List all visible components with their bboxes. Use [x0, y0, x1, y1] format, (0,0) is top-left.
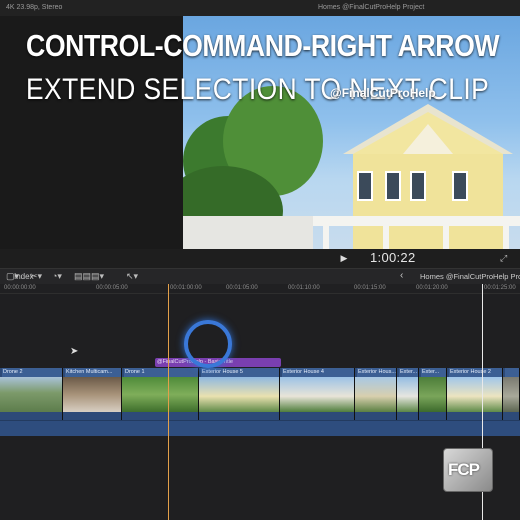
clip-thumbnail [280, 377, 354, 412]
viewer-project-label: Homes @FinalCutProHelp Project [318, 4, 425, 11]
select-tool-icon[interactable]: ↖▾ [126, 271, 138, 282]
ruler-tick-label: 00:01:00:00 [170, 285, 202, 291]
ruler-tick-label: 00:01:05:00 [226, 285, 258, 291]
clip-label: Exterior Hous... [357, 368, 396, 377]
house-image [313, 104, 520, 249]
ruler-tick-label: 00:01:20:00 [416, 285, 448, 291]
fullscreen-icon[interactable]: ⤢ [500, 253, 507, 264]
neighbor-house-shape [183, 216, 313, 249]
clip-thumbnail [0, 377, 62, 412]
clip-label: Exterior House 4 [282, 368, 354, 377]
video-clip[interactable]: Exterior House 4 [280, 368, 355, 420]
clip-label: Kitchen Multicam... [65, 368, 121, 377]
clip-thumbnail [397, 377, 418, 412]
viewer: 4K 23.98p, Stereo Homes @FinalCutProHelp… [0, 0, 520, 268]
viewer-info-bar: 4K 23.98p, Stereo Homes @FinalCutProHelp… [0, 0, 520, 16]
clip-appearance-icon[interactable]: ▤▤▤▾ [74, 271, 104, 282]
overlay-watermark: @FinalCutProHelp [330, 86, 436, 100]
timeline-ruler[interactable]: 00:00:00:00 00:00:05:00 00:01:00:00 00:0… [0, 284, 520, 294]
clip-label: Exterior House 5 [201, 368, 279, 377]
video-clip[interactable]: Drone 1 [122, 368, 199, 420]
video-clip[interactable]: Exter... [419, 368, 447, 420]
primary-storyline: Drone 2 Kitchen Multicam... Drone 1 Exte… [0, 368, 520, 420]
video-format-label: 4K 23.98p, Stereo [6, 4, 63, 11]
clip-label: Exter... [421, 368, 446, 377]
clip-label: Drone 2 [2, 368, 62, 377]
clip-thumbnail [199, 377, 279, 412]
overlay-title: CONTROL-COMMAND-RIGHT ARROW [26, 28, 500, 63]
clip-label: Exter... [399, 368, 418, 377]
clip-thumbnail [355, 377, 396, 412]
video-clip[interactable]: Exter... [397, 368, 419, 420]
clip-thumbnail [447, 377, 502, 412]
clip-thumbnail [63, 377, 121, 412]
video-clip[interactable]: Exterior House 2 [447, 368, 503, 420]
ruler-tick-label: 00:00:00:00 [4, 285, 36, 291]
clip-thumbnail [419, 377, 446, 412]
play-icon[interactable]: ▶ [338, 252, 350, 264]
ruler-tick-label: 00:00:05:00 [96, 285, 128, 291]
clip-label: Exterior House 2 [449, 368, 502, 377]
index-button[interactable]: Index [14, 272, 34, 281]
clip-thumbnail [122, 377, 198, 412]
speed-icon[interactable]: ◔▾ [52, 271, 62, 282]
video-clip[interactable]: Exterior Hous... [355, 368, 397, 420]
ruler-tick-label: 00:01:25:00 [484, 285, 516, 291]
timeline-toolbar: ▢▾ ✂▾ ◔▾ ▤▤▤▾ ↖▾ Index ‹ Homes @FinalCut… [0, 268, 520, 284]
fcp-logo: FCP [443, 448, 493, 492]
viewer-controls: ▶ 1:00:22 ⤢ [0, 249, 520, 268]
clip-thumbnail [503, 377, 519, 412]
clip-label: Drone 1 [124, 368, 198, 377]
mouse-cursor-icon: ➤ [70, 346, 79, 357]
timeline[interactable]: @FinalCutProHelp - Basic Title Drone 2 K… [0, 294, 520, 520]
video-clip[interactable]: Kitchen Multicam... [63, 368, 122, 420]
video-clip[interactable]: Exterior House 5 [199, 368, 280, 420]
timecode-display: 1:00:22 [370, 250, 416, 265]
ruler-tick-label: 00:01:15:00 [354, 285, 386, 291]
back-arrow-icon[interactable]: ‹ [400, 270, 403, 281]
fcp-logo-text: FCP [448, 460, 480, 479]
audio-track[interactable] [0, 420, 520, 436]
video-clip[interactable]: Drone 2 [0, 368, 63, 420]
click-indicator [184, 320, 232, 368]
video-clip[interactable] [503, 368, 520, 420]
ruler-tick-label: 00:01:10:00 [288, 285, 320, 291]
skimmer-line [168, 284, 169, 520]
clip-label [505, 368, 519, 377]
project-name: Homes @FinalCutProHelp Project [420, 272, 520, 281]
